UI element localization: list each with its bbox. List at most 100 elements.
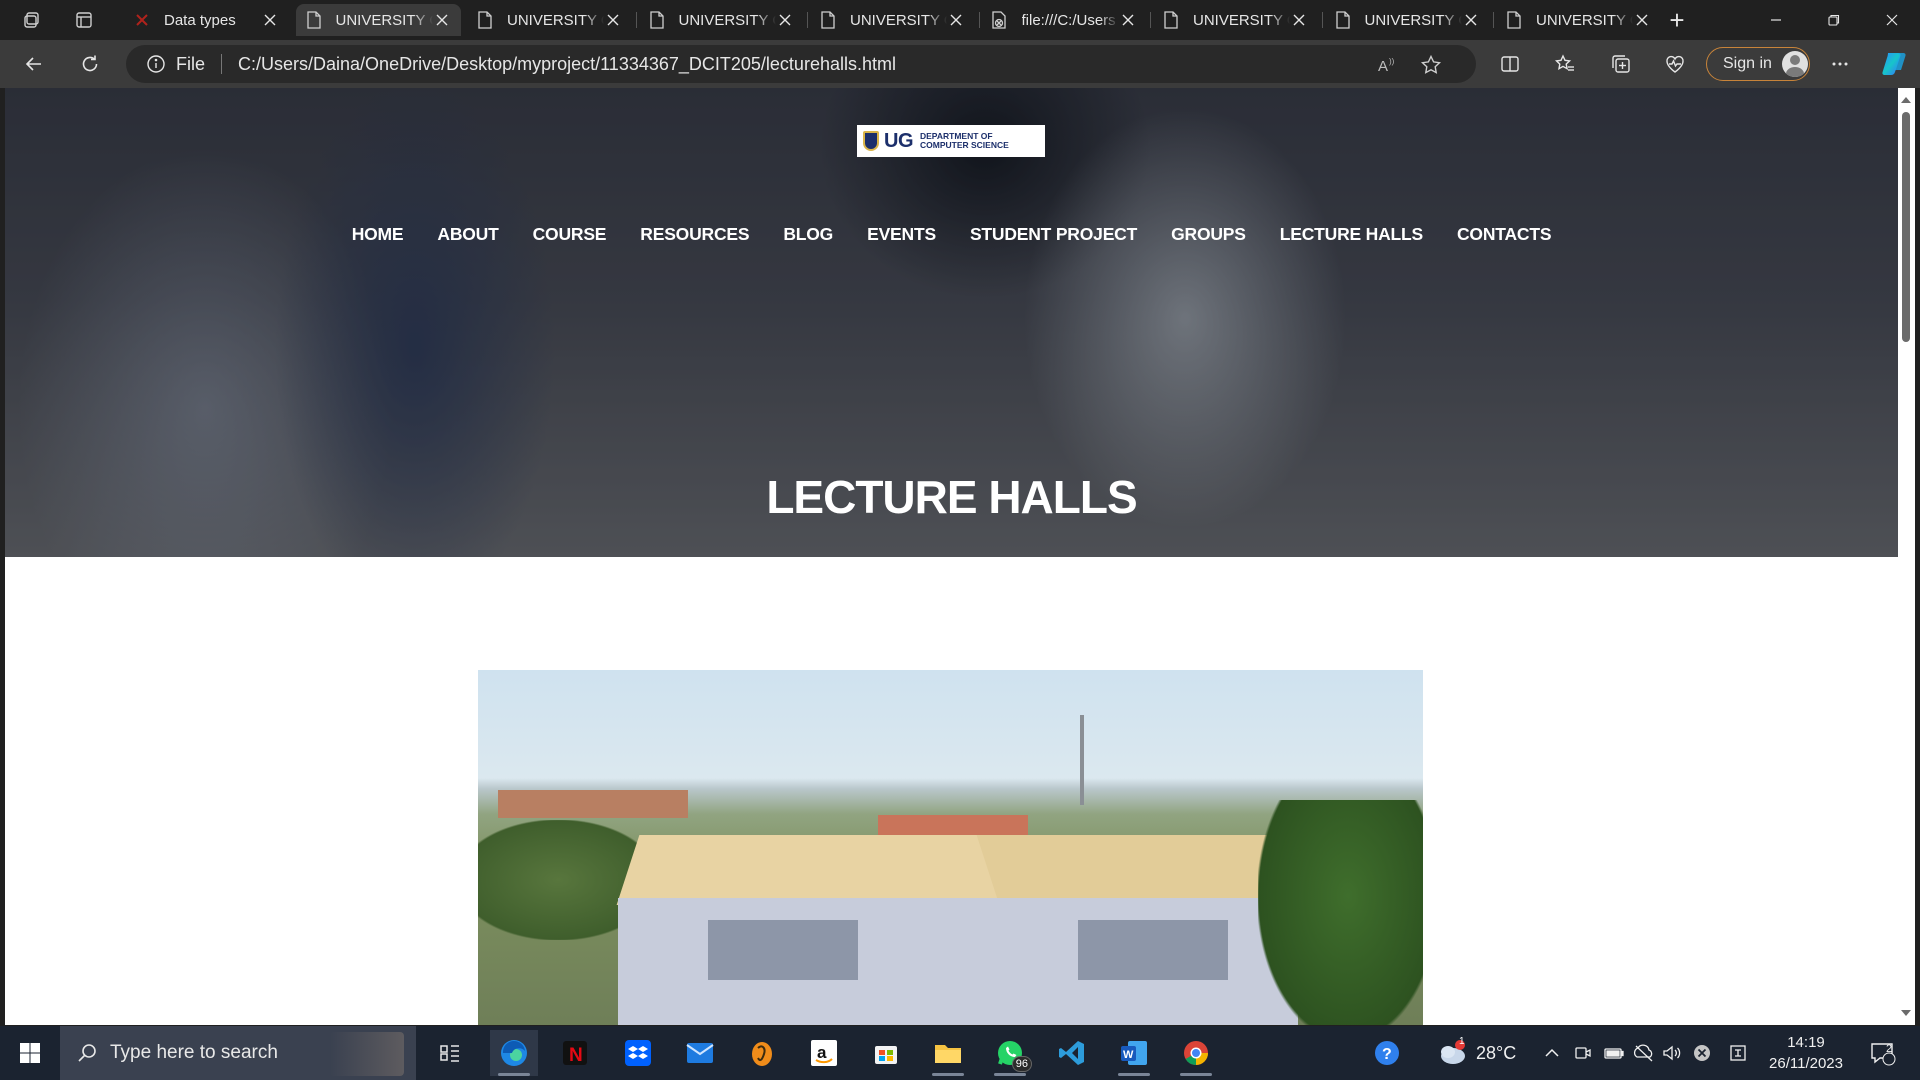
tab-actions-icon[interactable]	[68, 4, 100, 36]
new-tab-button[interactable]: +	[1661, 4, 1693, 36]
favorite-star-icon[interactable]	[1420, 54, 1442, 76]
amazon-taskbar-icon[interactable]: a	[800, 1030, 848, 1076]
main-nav: HOME ABOUT COURSE RESOURCES BLOG EVENTS …	[5, 224, 1898, 245]
system-clock[interactable]: 14:19 26/11/2023	[1766, 1032, 1846, 1074]
file-icon	[1335, 11, 1351, 29]
close-tab-icon[interactable]	[1290, 11, 1308, 29]
refresh-button[interactable]	[74, 48, 106, 80]
nav-course[interactable]: COURSE	[533, 224, 607, 245]
word-taskbar-icon[interactable]: W	[1110, 1030, 1158, 1076]
show-hidden-icons-icon[interactable]	[1543, 1026, 1561, 1080]
close-tab-icon[interactable]	[1462, 11, 1480, 29]
copilot-icon[interactable]	[1879, 48, 1911, 80]
start-button[interactable]	[0, 1026, 60, 1080]
netflix-taskbar-icon[interactable]: N	[551, 1030, 599, 1076]
battery-icon[interactable]	[1603, 1026, 1625, 1080]
weather-temperature: 28°C	[1476, 1042, 1517, 1063]
page-title: LECTURE HALLS	[766, 471, 1137, 523]
mail-taskbar-icon[interactable]	[676, 1030, 724, 1076]
address-divider	[221, 54, 223, 74]
weather-widget[interactable]: 1 28°C	[1436, 1026, 1516, 1080]
edge-taskbar-icon[interactable]	[490, 1030, 538, 1076]
whatsapp-unread-badge: 96	[1011, 1056, 1032, 1072]
read-aloud-icon[interactable]: A))	[1376, 54, 1398, 76]
browser-tab[interactable]: UNIVERSITY OF	[639, 4, 804, 36]
file-error-icon	[991, 11, 1008, 29]
browser-tab[interactable]: UNIVERSITY OF	[1325, 4, 1490, 36]
site-info-icon[interactable]	[146, 54, 166, 74]
help-icon[interactable]: ?	[1372, 1026, 1402, 1080]
scroll-thumb[interactable]	[1902, 112, 1910, 342]
scroll-down-icon[interactable]	[1901, 1010, 1911, 1016]
address-bar[interactable]: File C:/Users/Daina/OneDrive/Desktop/myp…	[126, 45, 1476, 83]
meet-now-icon[interactable]	[1573, 1026, 1593, 1080]
file-icon	[1163, 11, 1179, 29]
status-error-icon[interactable]	[1692, 1026, 1712, 1080]
x-brand-icon	[134, 11, 150, 29]
close-window-button[interactable]	[1864, 0, 1920, 40]
nav-contacts[interactable]: CONTACTS	[1457, 224, 1552, 245]
tab-separator	[635, 12, 637, 28]
whatsapp-taskbar-icon[interactable]: 96	[986, 1030, 1034, 1076]
tab-separator	[1321, 12, 1323, 28]
browser-tab[interactable]: UNIVERSITY OF	[467, 4, 632, 36]
file-explorer-taskbar-icon[interactable]	[924, 1030, 972, 1076]
page-scrollbar[interactable]	[1898, 88, 1915, 1025]
nav-lecture-halls[interactable]: LECTURE HALLS	[1280, 224, 1423, 245]
volume-icon[interactable]	[1661, 1026, 1683, 1080]
microsoft-store-taskbar-icon[interactable]	[862, 1030, 910, 1076]
back-button[interactable]	[18, 48, 50, 80]
split-screen-icon[interactable]	[1494, 48, 1526, 80]
taskbar-search[interactable]: Type here to search	[60, 1026, 416, 1080]
file-icon	[1506, 11, 1522, 29]
browser-tab-strip: Data types UNIVERSITY OF UNIVERSITY OF UNIV…	[0, 0, 1920, 40]
windows-logo-icon	[20, 1043, 40, 1063]
close-tab-icon[interactable]	[1119, 11, 1137, 29]
logo-mark: UG	[884, 129, 914, 152]
network-offline-icon[interactable]	[1633, 1026, 1655, 1080]
restore-button[interactable]	[1806, 0, 1862, 40]
workspaces-icon[interactable]	[16, 4, 48, 36]
browser-tab[interactable]: UNIVERSITY OF	[1153, 4, 1318, 36]
department-logo[interactable]: UG DEPARTMENT OF COMPUTER SCIENCE	[857, 125, 1045, 157]
minimize-button[interactable]	[1748, 0, 1804, 40]
tab-title: UNIVERSITY OF	[1536, 11, 1633, 29]
browser-tab[interactable]: UNIVERSITY OF	[1496, 4, 1661, 36]
close-tab-icon[interactable]	[604, 11, 622, 29]
hero-banner: UG DEPARTMENT OF COMPUTER SCIENCE HOME A…	[5, 88, 1898, 557]
sign-in-button[interactable]: Sign in	[1706, 47, 1810, 81]
file-icon	[649, 11, 665, 29]
dropbox-taskbar-icon[interactable]	[614, 1030, 662, 1076]
close-tab-icon[interactable]	[776, 11, 794, 29]
nav-groups[interactable]: GROUPS	[1171, 224, 1246, 245]
nav-about[interactable]: ABOUT	[437, 224, 498, 245]
nav-blog[interactable]: BLOG	[783, 224, 833, 245]
close-tab-icon[interactable]	[433, 11, 451, 29]
browser-essentials-icon[interactable]	[1659, 48, 1691, 80]
logo-text: DEPARTMENT OF COMPUTER SCIENCE	[920, 132, 1009, 150]
browser-tab[interactable]: Data types	[124, 4, 289, 36]
nav-events[interactable]: EVENTS	[867, 224, 936, 245]
nav-resources[interactable]: RESOURCES	[640, 224, 749, 245]
input-language-icon[interactable]	[1728, 1026, 1748, 1080]
browser-tab[interactable]: file:///C:/Users	[982, 4, 1147, 36]
close-tab-icon[interactable]	[261, 11, 279, 29]
browser-tab[interactable]: UNIVERSITY OF	[295, 4, 461, 36]
more-options-icon[interactable]	[1824, 48, 1856, 80]
nav-home[interactable]: HOME	[352, 224, 404, 245]
browser-tab[interactable]: UNIVERSITY OF	[810, 4, 975, 36]
notifications-icon[interactable]: 2	[1868, 1026, 1896, 1080]
close-tab-icon[interactable]	[1633, 11, 1651, 29]
page-viewport: UG DEPARTMENT OF COMPUTER SCIENCE HOME A…	[5, 88, 1898, 1025]
fl-studio-taskbar-icon[interactable]	[738, 1030, 786, 1076]
url-text[interactable]: C:/Users/Daina/OneDrive/Desktop/myprojec…	[238, 54, 896, 75]
svg-text:a: a	[817, 1043, 827, 1062]
nav-student-project[interactable]: STUDENT PROJECT	[970, 224, 1137, 245]
close-tab-icon[interactable]	[947, 11, 965, 29]
scroll-up-icon[interactable]	[1901, 97, 1911, 103]
favorites-icon[interactable]	[1549, 48, 1581, 80]
vscode-taskbar-icon[interactable]	[1048, 1030, 1096, 1076]
collections-icon[interactable]	[1605, 48, 1637, 80]
chrome-taskbar-icon[interactable]	[1172, 1030, 1220, 1076]
task-view-icon[interactable]	[426, 1030, 474, 1076]
